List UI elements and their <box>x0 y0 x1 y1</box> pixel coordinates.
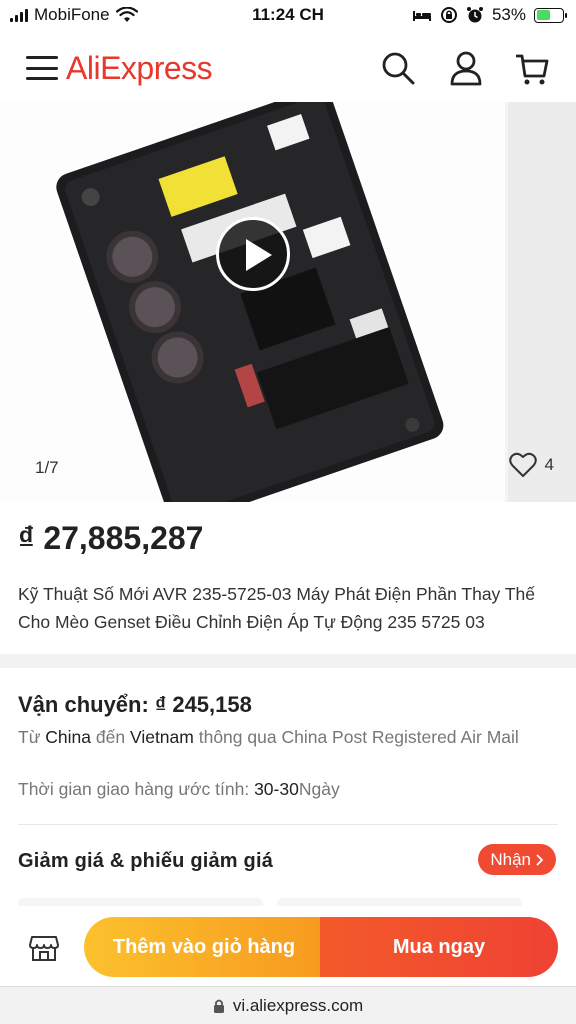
shipping-route: Từ China đến Vietnam thông qua China Pos… <box>18 724 558 751</box>
battery-charging-icon <box>534 7 567 23</box>
next-image-preview[interactable] <box>508 102 576 502</box>
battery-percent: 53% <box>491 5 526 24</box>
account-icon[interactable] <box>446 48 486 88</box>
status-bar: MobiFone 11:24 CH 53% <box>0 0 576 34</box>
carrier-name: MobiFone <box>34 5 110 24</box>
eta-unit: Ngày <box>298 779 340 799</box>
store-icon[interactable] <box>28 931 60 963</box>
search-icon[interactable] <box>378 48 418 88</box>
product-price: ₫ 27,885,287 <box>18 520 204 556</box>
product-title: Kỹ Thuật Số Mới AVR 235-5725-03 Máy Phát… <box>18 584 536 632</box>
buy-now-button[interactable]: Mua ngay <box>320 917 558 977</box>
signal-icon <box>10 8 28 22</box>
section-divider <box>0 654 576 668</box>
bottom-action-bar: Thêm vào giỏ hàng Mua ngay <box>0 906 576 986</box>
wifi-icon <box>115 7 138 22</box>
menu-icon[interactable] <box>26 56 58 80</box>
get-coupon-label: Nhận <box>490 849 531 869</box>
heart-icon[interactable] <box>508 452 537 478</box>
product-gallery[interactable]: 1/7 4 <box>0 102 576 502</box>
ship-from: China <box>45 727 92 747</box>
from-word: Từ <box>18 727 41 747</box>
cart-icon[interactable] <box>512 48 552 88</box>
to-word: đến <box>95 727 126 747</box>
app-header: AliExpress <box>0 34 576 102</box>
url-text: vi.aliexpress.com <box>232 995 364 1015</box>
alarm-icon <box>466 7 483 23</box>
aliexpress-logo[interactable]: AliExpress <box>66 50 213 87</box>
play-icon[interactable] <box>216 217 290 291</box>
shipping-method: thông qua China Post Registered Air Mail <box>198 727 519 747</box>
shipping-label: Vận chuyển: <box>18 692 149 717</box>
browser-url-bar[interactable]: vi.aliexpress.com <box>0 986 576 1024</box>
ship-to: Vietnam <box>129 727 194 747</box>
eta-value: 30-30 <box>254 779 299 799</box>
wishlist-count: 4 <box>544 455 554 474</box>
add-to-cart-button[interactable]: Thêm vào giỏ hàng <box>84 917 324 977</box>
eta-label: Thời gian giao hàng ước tính: <box>18 779 250 799</box>
shipping-heading[interactable]: Vận chuyển: ₫ 245,158 <box>18 692 252 718</box>
product-image[interactable] <box>0 102 505 502</box>
shipping-cost: ₫ 245,158 <box>154 692 252 717</box>
image-counter: 1/7 <box>35 458 59 477</box>
bed-icon <box>412 11 431 21</box>
coupon-title: Giảm giá & phiếu giảm giá <box>18 850 274 872</box>
delivery-estimate: Thời gian giao hàng ước tính: 30-30Ngày <box>18 779 340 800</box>
lock-icon <box>213 999 224 1013</box>
lock-rotation-icon <box>440 7 457 23</box>
get-coupon-button[interactable]: Nhận <box>478 844 556 875</box>
wishlist-button[interactable]: 4 <box>508 452 554 478</box>
divider <box>18 824 558 825</box>
chevron-right-icon <box>536 853 544 866</box>
